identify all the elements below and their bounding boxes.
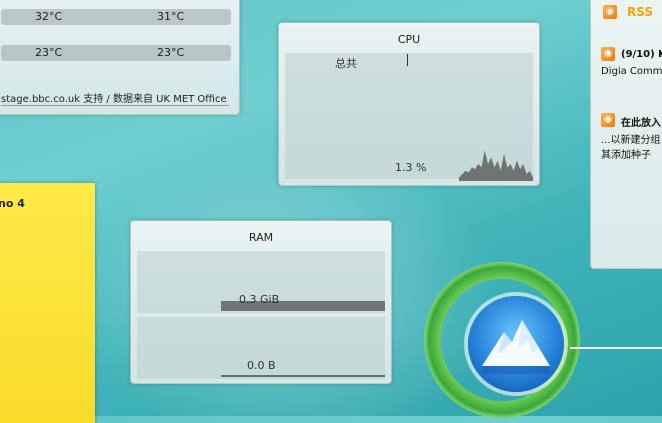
note-title: no 4 — [0, 197, 25, 210]
rss-item-title[interactable]: 在此放入 — [621, 114, 661, 129]
rss-widget[interactable]: ◉ RSS ◉ (9/10) K Digia Commit ◉ 在此放入 ...… — [590, 0, 662, 269]
temp-low: 31°C — [157, 10, 185, 23]
mountain-logo-icon[interactable] — [468, 296, 564, 392]
rss-icon: ◉ — [601, 113, 615, 127]
rss-item-subtitle: Digia Commit — [601, 66, 662, 77]
swap-usage-bar — [221, 375, 385, 377]
weather-source-link[interactable]: stage.bbc.co.uk 支持 / 数据来自 UK MET Office — [1, 90, 229, 106]
cpu-percent: 1.3 % — [395, 161, 427, 174]
rss-header: RSS — [627, 5, 653, 19]
rss-item-title[interactable]: (9/10) K — [621, 49, 662, 60]
rss-item-line: 其添加种子 — [601, 150, 651, 161]
ram-used: 0.3 GiB — [239, 293, 280, 306]
cpu-widget[interactable]: CPU 总共 1.3 % — [278, 22, 540, 186]
ram-title: RAM — [248, 231, 274, 244]
cpu-total-label: 总共 — [335, 57, 357, 70]
rss-item-line: ...以新建分组 — [601, 135, 661, 146]
temp-low: 23°C — [157, 46, 185, 59]
weather-row: 32°C 31°C — [1, 9, 231, 25]
sticky-note[interactable]: no 4 — [0, 183, 95, 423]
cpu-title: CPU — [397, 33, 421, 46]
logo-divider-line — [570, 347, 662, 349]
temp-high: 32°C — [35, 10, 63, 23]
rss-icon: ◉ — [603, 5, 617, 19]
ram-widget[interactable]: RAM 0.3 GiB 0.0 B — [130, 220, 392, 384]
cpu-load-graph — [459, 150, 533, 181]
rss-icon: ◉ — [601, 47, 615, 61]
text-cursor — [407, 54, 408, 66]
temp-high: 23°C — [35, 46, 63, 59]
cpu-load-area — [459, 150, 533, 181]
weather-widget[interactable]: 32°C 31°C 23°C 23°C stage.bbc.co.uk 支持 /… — [0, 0, 240, 115]
weather-row: 23°C 23°C — [1, 45, 231, 61]
swap-used: 0.0 B — [247, 359, 276, 372]
